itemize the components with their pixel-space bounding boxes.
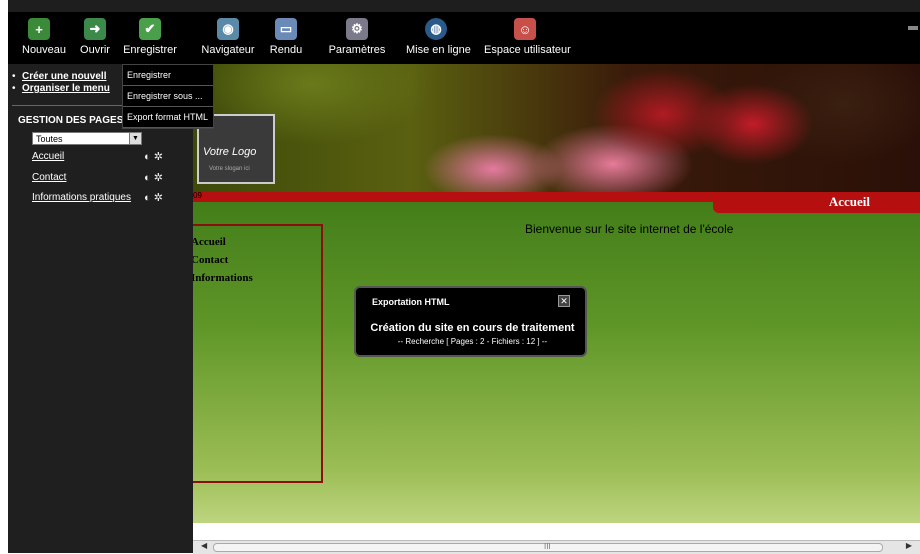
welcome-text: Bienvenue sur le site internet de l'écol… xyxy=(525,222,734,236)
enregistrer-button[interactable]: ✔ Enregistrer xyxy=(122,12,178,64)
rendu-label: Rendu xyxy=(269,44,303,56)
dialog-title: Exportation HTML xyxy=(372,297,450,307)
minimize-button[interactable] xyxy=(908,26,918,30)
site-nav-contact[interactable]: Contact xyxy=(193,254,228,266)
enregistrer-menu: Enregistrer Enregistrer sous ... Export … xyxy=(122,64,214,129)
enregistrer-label: Enregistrer xyxy=(123,44,177,56)
pages-section-title: GESTION DES PAGES xyxy=(18,115,124,126)
render-icon: ▭ xyxy=(275,18,297,40)
page-actions: ◐ ✲ xyxy=(144,171,163,184)
scrollbar-thumb[interactable]: III xyxy=(213,542,883,552)
mise-en-ligne-button[interactable]: ◍ Mise en ligne xyxy=(406,12,471,64)
bullet: • xyxy=(12,83,16,94)
site-nav-informations[interactable]: Informations xyxy=(193,272,253,284)
horizontal-scrollbar[interactable]: ◀ III ▶ xyxy=(193,540,920,554)
tools-icon[interactable]: ✲ xyxy=(154,151,163,163)
plus-icon: + xyxy=(28,18,50,40)
site-nav-box: Accueil Contact Informations xyxy=(193,224,323,483)
parametres-button[interactable]: ⚙ Paramètres xyxy=(328,12,386,64)
chevron-down-icon[interactable]: ▼ xyxy=(129,133,141,144)
organize-menu-link[interactable]: Organiser le menu xyxy=(22,83,110,94)
menu-item-enregistrer[interactable]: Enregistrer xyxy=(123,65,213,86)
scroll-left-icon[interactable]: ◀ xyxy=(201,541,207,550)
settings-gear-icon: ⚙ xyxy=(346,18,368,40)
sidebar: • Créer une nouvell • Organiser le menu … xyxy=(8,64,193,553)
scroll-right-icon[interactable]: ▶ xyxy=(906,541,912,550)
open-arrow-icon: ➜ xyxy=(84,18,106,40)
nouveau-label: Nouveau xyxy=(22,44,67,56)
page-actions: ◐ ✲ xyxy=(144,191,163,204)
site-nav-accueil[interactable]: Accueil xyxy=(193,236,226,248)
close-icon[interactable]: ✕ xyxy=(558,295,570,307)
user-space-icon: ☺ xyxy=(514,18,536,40)
app-window: + Nouveau ➜ Ouvrir ✔ Enregistrer ◉ Navig… xyxy=(8,0,920,554)
save-check-icon: ✔ xyxy=(139,18,161,40)
espace-utilisateur-button[interactable]: ☺ Espace utilisateur xyxy=(484,12,571,64)
create-page-link[interactable]: Créer une nouvell xyxy=(22,71,106,82)
tools-icon[interactable]: ✲ xyxy=(154,192,163,204)
espace-utilisateur-label: Espace utilisateur xyxy=(484,44,571,56)
navigateur-label: Navigateur xyxy=(201,44,255,56)
edit-icon[interactable]: ◐ xyxy=(144,172,151,184)
ouvrir-button[interactable]: ➜ Ouvrir xyxy=(78,12,112,64)
logo-subtext: Votre slogan ici xyxy=(209,166,250,172)
page-item-accueil[interactable]: Accueil xyxy=(32,151,64,162)
edit-icon[interactable]: ◐ xyxy=(144,151,151,163)
header-bar-text: 09 xyxy=(193,191,202,200)
bullet: • xyxy=(12,71,16,82)
mise-en-ligne-label: Mise en ligne xyxy=(406,44,471,56)
scrollbar-grip: III xyxy=(544,542,551,551)
page-title-tab: Accueil xyxy=(713,192,920,213)
dialog-progress: -- Recherche [ Pages : 2 - Fichiers : 12… xyxy=(397,337,548,346)
filter-value: Toutes xyxy=(36,134,63,144)
page-actions: ◐ ✲ xyxy=(144,150,163,163)
navigateur-button[interactable]: ◉ Navigateur xyxy=(200,12,256,64)
edit-icon[interactable]: ◐ xyxy=(144,192,151,204)
menu-item-enregistrer-sous[interactable]: Enregistrer sous ... xyxy=(123,86,213,107)
toolbar: + Nouveau ➜ Ouvrir ✔ Enregistrer ◉ Navig… xyxy=(8,12,920,64)
nouveau-button[interactable]: + Nouveau xyxy=(22,12,67,64)
menu-item-export-html[interactable]: Export format HTML xyxy=(123,107,213,128)
globe-icon: ◍ xyxy=(425,18,447,40)
parametres-label: Paramètres xyxy=(328,44,386,56)
banner-image xyxy=(193,64,920,192)
browser-icon: ◉ xyxy=(217,18,239,40)
pages-filter-select[interactable]: Toutes ▼ xyxy=(32,132,142,145)
dialog-message: Création du site en cours de traitement xyxy=(370,322,575,334)
page-item-informations[interactable]: Informations pratiques xyxy=(32,192,131,203)
rendu-button[interactable]: ▭ Rendu xyxy=(266,12,306,64)
tools-icon[interactable]: ✲ xyxy=(154,172,163,184)
ouvrir-label: Ouvrir xyxy=(80,44,110,56)
page-item-contact[interactable]: Contact xyxy=(32,172,66,183)
export-dialog: Exportation HTML ✕ Création du site en c… xyxy=(354,286,587,357)
preview-footer xyxy=(193,523,920,540)
logo-text: Votre Logo xyxy=(203,146,257,158)
page-title: Accueil xyxy=(828,194,870,209)
